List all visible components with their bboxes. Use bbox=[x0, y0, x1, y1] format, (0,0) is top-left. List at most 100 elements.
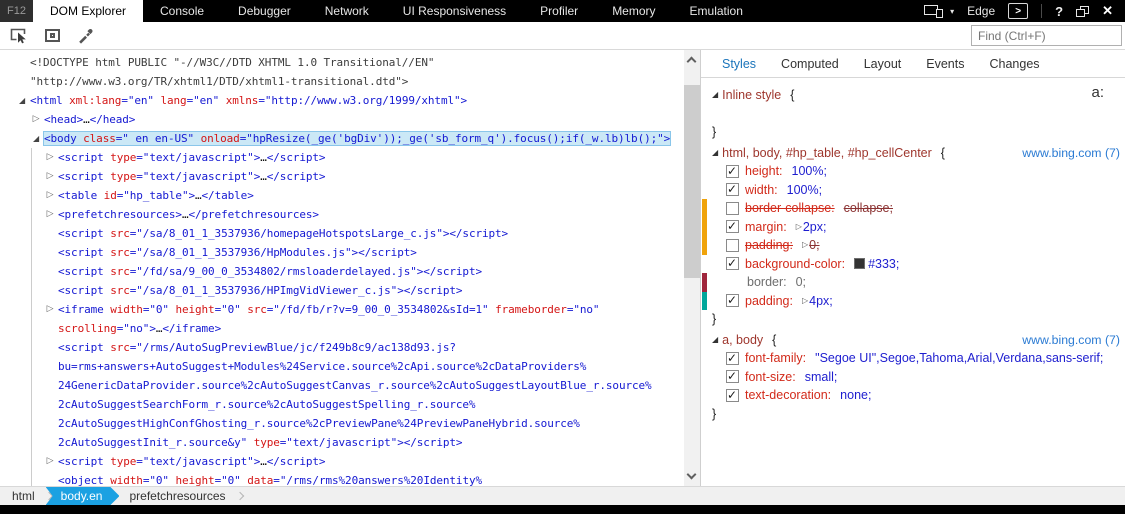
property-checkbox[interactable]: ✓ bbox=[726, 182, 739, 197]
dom-tree-line[interactable]: ▷ <table id="hp_table">…</table> bbox=[0, 186, 684, 205]
dom-tree-line[interactable]: scrolling="no">…</iframe> bbox=[0, 319, 684, 338]
property-checkbox[interactable]: ✓ bbox=[726, 351, 739, 365]
style-property-row[interactable]: padding: ▷ 0; bbox=[701, 236, 1125, 255]
styles-tab-events[interactable]: Events bbox=[926, 57, 964, 71]
property-name[interactable]: margin: bbox=[745, 218, 787, 237]
tab-memory[interactable]: Memory bbox=[595, 0, 672, 22]
style-property-row[interactable]: ✓ background-color: #333; bbox=[701, 255, 1125, 274]
expand-arrow-icon[interactable]: ▷ bbox=[44, 148, 56, 167]
style-property-row[interactable]: ✓ padding: ▷ 4px; bbox=[701, 291, 1125, 311]
tab-network[interactable]: Network bbox=[308, 0, 386, 22]
collapse-arrow-icon[interactable]: ◢ bbox=[712, 331, 718, 350]
property-value[interactable]: 0; bbox=[809, 236, 819, 255]
style-property-row[interactable]: ✓ font-size: small; bbox=[701, 368, 1125, 387]
collapse-arrow-icon[interactable]: ◢ bbox=[712, 144, 718, 163]
property-checkbox[interactable]: ✓ bbox=[726, 369, 739, 384]
expand-arrow-icon[interactable]: ▷ bbox=[44, 186, 56, 205]
dom-tree-line[interactable]: 2cAutoSuggestHighConfGhosting_r.source%2… bbox=[0, 414, 684, 433]
tab-dom-explorer[interactable]: DOM Explorer bbox=[33, 0, 144, 22]
dom-tree-line[interactable]: <script src="/sa/8_01_1_3537936/HpModule… bbox=[0, 243, 684, 262]
styles-tab-styles[interactable]: Styles bbox=[722, 57, 756, 71]
property-value[interactable]: 4px; bbox=[809, 292, 833, 311]
property-name[interactable]: border: bbox=[747, 273, 787, 292]
expand-value-icon[interactable]: ▷ bbox=[802, 292, 808, 311]
property-value[interactable]: small; bbox=[805, 368, 838, 387]
dom-tree-line[interactable]: <script src="/sa/8_01_1_3537936/homepage… bbox=[0, 224, 684, 243]
tab-emulation[interactable]: Emulation bbox=[673, 0, 760, 22]
stylesheet-link[interactable]: www.bing.com (7) bbox=[1022, 331, 1120, 350]
dom-tree-line[interactable]: 24GenericDataProvider.source%2cAutoSugge… bbox=[0, 376, 684, 395]
collapse-arrow-icon[interactable]: ◢ bbox=[712, 86, 718, 105]
dom-tree-line[interactable]: 2cAutoSuggestInit_r.source&y" type="text… bbox=[0, 433, 684, 452]
property-name[interactable]: border-collapse: bbox=[745, 199, 835, 218]
property-value[interactable]: collapse; bbox=[844, 199, 893, 218]
property-name[interactable]: font-size: bbox=[745, 368, 796, 387]
expand-arrow-icon[interactable]: ▷ bbox=[44, 300, 56, 319]
element-highlight-button[interactable] bbox=[45, 29, 60, 42]
expand-arrow-icon[interactable]: ▷ bbox=[44, 167, 56, 186]
help-button[interactable]: ? bbox=[1055, 4, 1063, 19]
tab-console[interactable]: Console bbox=[143, 0, 221, 22]
dom-tree-line[interactable]: bu=rms+answers+AutoSuggest+Modules%24Ser… bbox=[0, 357, 684, 376]
expand-arrow-icon[interactable]: ▷ bbox=[44, 205, 56, 224]
dom-tree-line[interactable]: "http://www.w3.org/TR/xhtml1/DTD/xhtml1-… bbox=[0, 72, 684, 91]
rule-selector-row[interactable]: ◢ html, body, #hp_table, #hp_cellCenter {w… bbox=[701, 144, 1125, 163]
unpin-window-button[interactable] bbox=[1076, 5, 1090, 17]
style-property-row[interactable]: border: 0; bbox=[701, 273, 1125, 292]
property-value[interactable]: 0; bbox=[796, 273, 806, 292]
style-property-row[interactable]: ✓ height: 100%; bbox=[701, 162, 1125, 181]
scroll-down-icon[interactable] bbox=[686, 469, 697, 480]
chevron-down-icon[interactable]: ▾ bbox=[950, 7, 954, 16]
property-value[interactable]: 100%; bbox=[792, 162, 827, 181]
styles-tab-layout[interactable]: Layout bbox=[864, 57, 902, 71]
property-checkbox[interactable]: ✓ bbox=[726, 219, 739, 234]
styles-tab-computed[interactable]: Computed bbox=[781, 57, 839, 71]
property-checkbox[interactable]: ✓ bbox=[726, 293, 739, 308]
dom-tree-line[interactable]: ◢ <html xml:lang="en" lang="en" xmlns="ht… bbox=[0, 91, 684, 110]
property-value[interactable]: #333; bbox=[868, 255, 899, 274]
breadcrumb-item-prefetchresources[interactable]: prefetchresources bbox=[119, 487, 235, 505]
property-value[interactable]: none; bbox=[840, 386, 871, 405]
property-checkbox[interactable] bbox=[726, 201, 739, 215]
property-value[interactable]: 2px; bbox=[803, 218, 827, 237]
property-name[interactable]: height: bbox=[745, 162, 783, 181]
property-checkbox[interactable]: ✓ bbox=[726, 388, 739, 402]
close-button[interactable]: ✕ bbox=[1102, 3, 1113, 19]
style-property-row[interactable]: ✓ font-family: "Segoe UI",Segoe,Tahoma,Ari… bbox=[701, 349, 1125, 368]
tab-debugger[interactable]: Debugger bbox=[221, 0, 308, 22]
select-element-button[interactable] bbox=[10, 27, 28, 44]
rule-selector-row[interactable]: ◢ Inline style { bbox=[701, 86, 1125, 105]
color-picker-button[interactable] bbox=[77, 27, 94, 44]
dom-tree-line[interactable]: ◢ <body class=" en en-US" onload="hpResiz… bbox=[0, 129, 684, 148]
dom-tree-line[interactable]: <object width="0" height="0" data="/rms/… bbox=[0, 471, 684, 486]
expand-arrow-icon[interactable]: ▷ bbox=[30, 110, 42, 129]
dom-tree-line[interactable]: 2cAutoSuggestSearchForm_r.source%2cAutoS… bbox=[0, 395, 684, 414]
tab-ui-responsiveness[interactable]: UI Responsiveness bbox=[386, 0, 523, 22]
expand-value-icon[interactable]: ▷ bbox=[802, 236, 808, 255]
stylesheet-link[interactable]: www.bing.com (7) bbox=[1022, 144, 1120, 163]
empty-property-row[interactable] bbox=[701, 105, 1125, 124]
collapse-arrow-icon[interactable]: ◢ bbox=[30, 129, 42, 148]
property-value[interactable]: 100%; bbox=[787, 181, 822, 200]
target-device-icon[interactable] bbox=[924, 4, 944, 18]
dom-tree-line[interactable]: <script src="/sa/8_01_1_3537936/HPImgVid… bbox=[0, 281, 684, 300]
style-property-row[interactable]: ✓ margin: ▷ 2px; bbox=[701, 217, 1125, 237]
property-checkbox[interactable] bbox=[726, 238, 739, 252]
property-name[interactable]: padding: bbox=[745, 292, 793, 311]
dom-tree-line[interactable]: <script src="/rms/AutoSugPreviewBlue/jc/… bbox=[0, 338, 684, 357]
property-checkbox[interactable]: ✓ bbox=[726, 256, 739, 271]
dom-tree-line[interactable]: ▷ <head>…</head> bbox=[0, 110, 684, 129]
dom-tree-line[interactable]: ▷ <prefetchresources>…</prefetchresources… bbox=[0, 205, 684, 224]
property-name[interactable]: width: bbox=[745, 181, 778, 200]
expand-value-icon[interactable]: ▷ bbox=[796, 218, 802, 237]
collapse-arrow-icon[interactable]: ◢ bbox=[16, 91, 28, 110]
dom-tree-line[interactable]: ▷ <script type="text/javascript">…</scrip… bbox=[0, 452, 684, 471]
show-console-button[interactable]: > bbox=[1008, 3, 1029, 19]
dom-tree-line[interactable]: ▷ <script type="text/javascript">…</scrip… bbox=[0, 167, 684, 186]
property-name[interactable]: background-color: bbox=[745, 255, 845, 274]
style-property-row[interactable]: ✓ width: 100%; bbox=[701, 181, 1125, 200]
dom-tree-line[interactable]: <!DOCTYPE html PUBLIC "-//W3C//DTD XHTML… bbox=[0, 53, 684, 72]
property-checkbox[interactable]: ✓ bbox=[726, 164, 739, 178]
dom-tree-line[interactable]: <script src="/fd/sa/9_00_0_3534802/rmslo… bbox=[0, 262, 684, 281]
scrollbar-thumb[interactable] bbox=[684, 85, 700, 278]
